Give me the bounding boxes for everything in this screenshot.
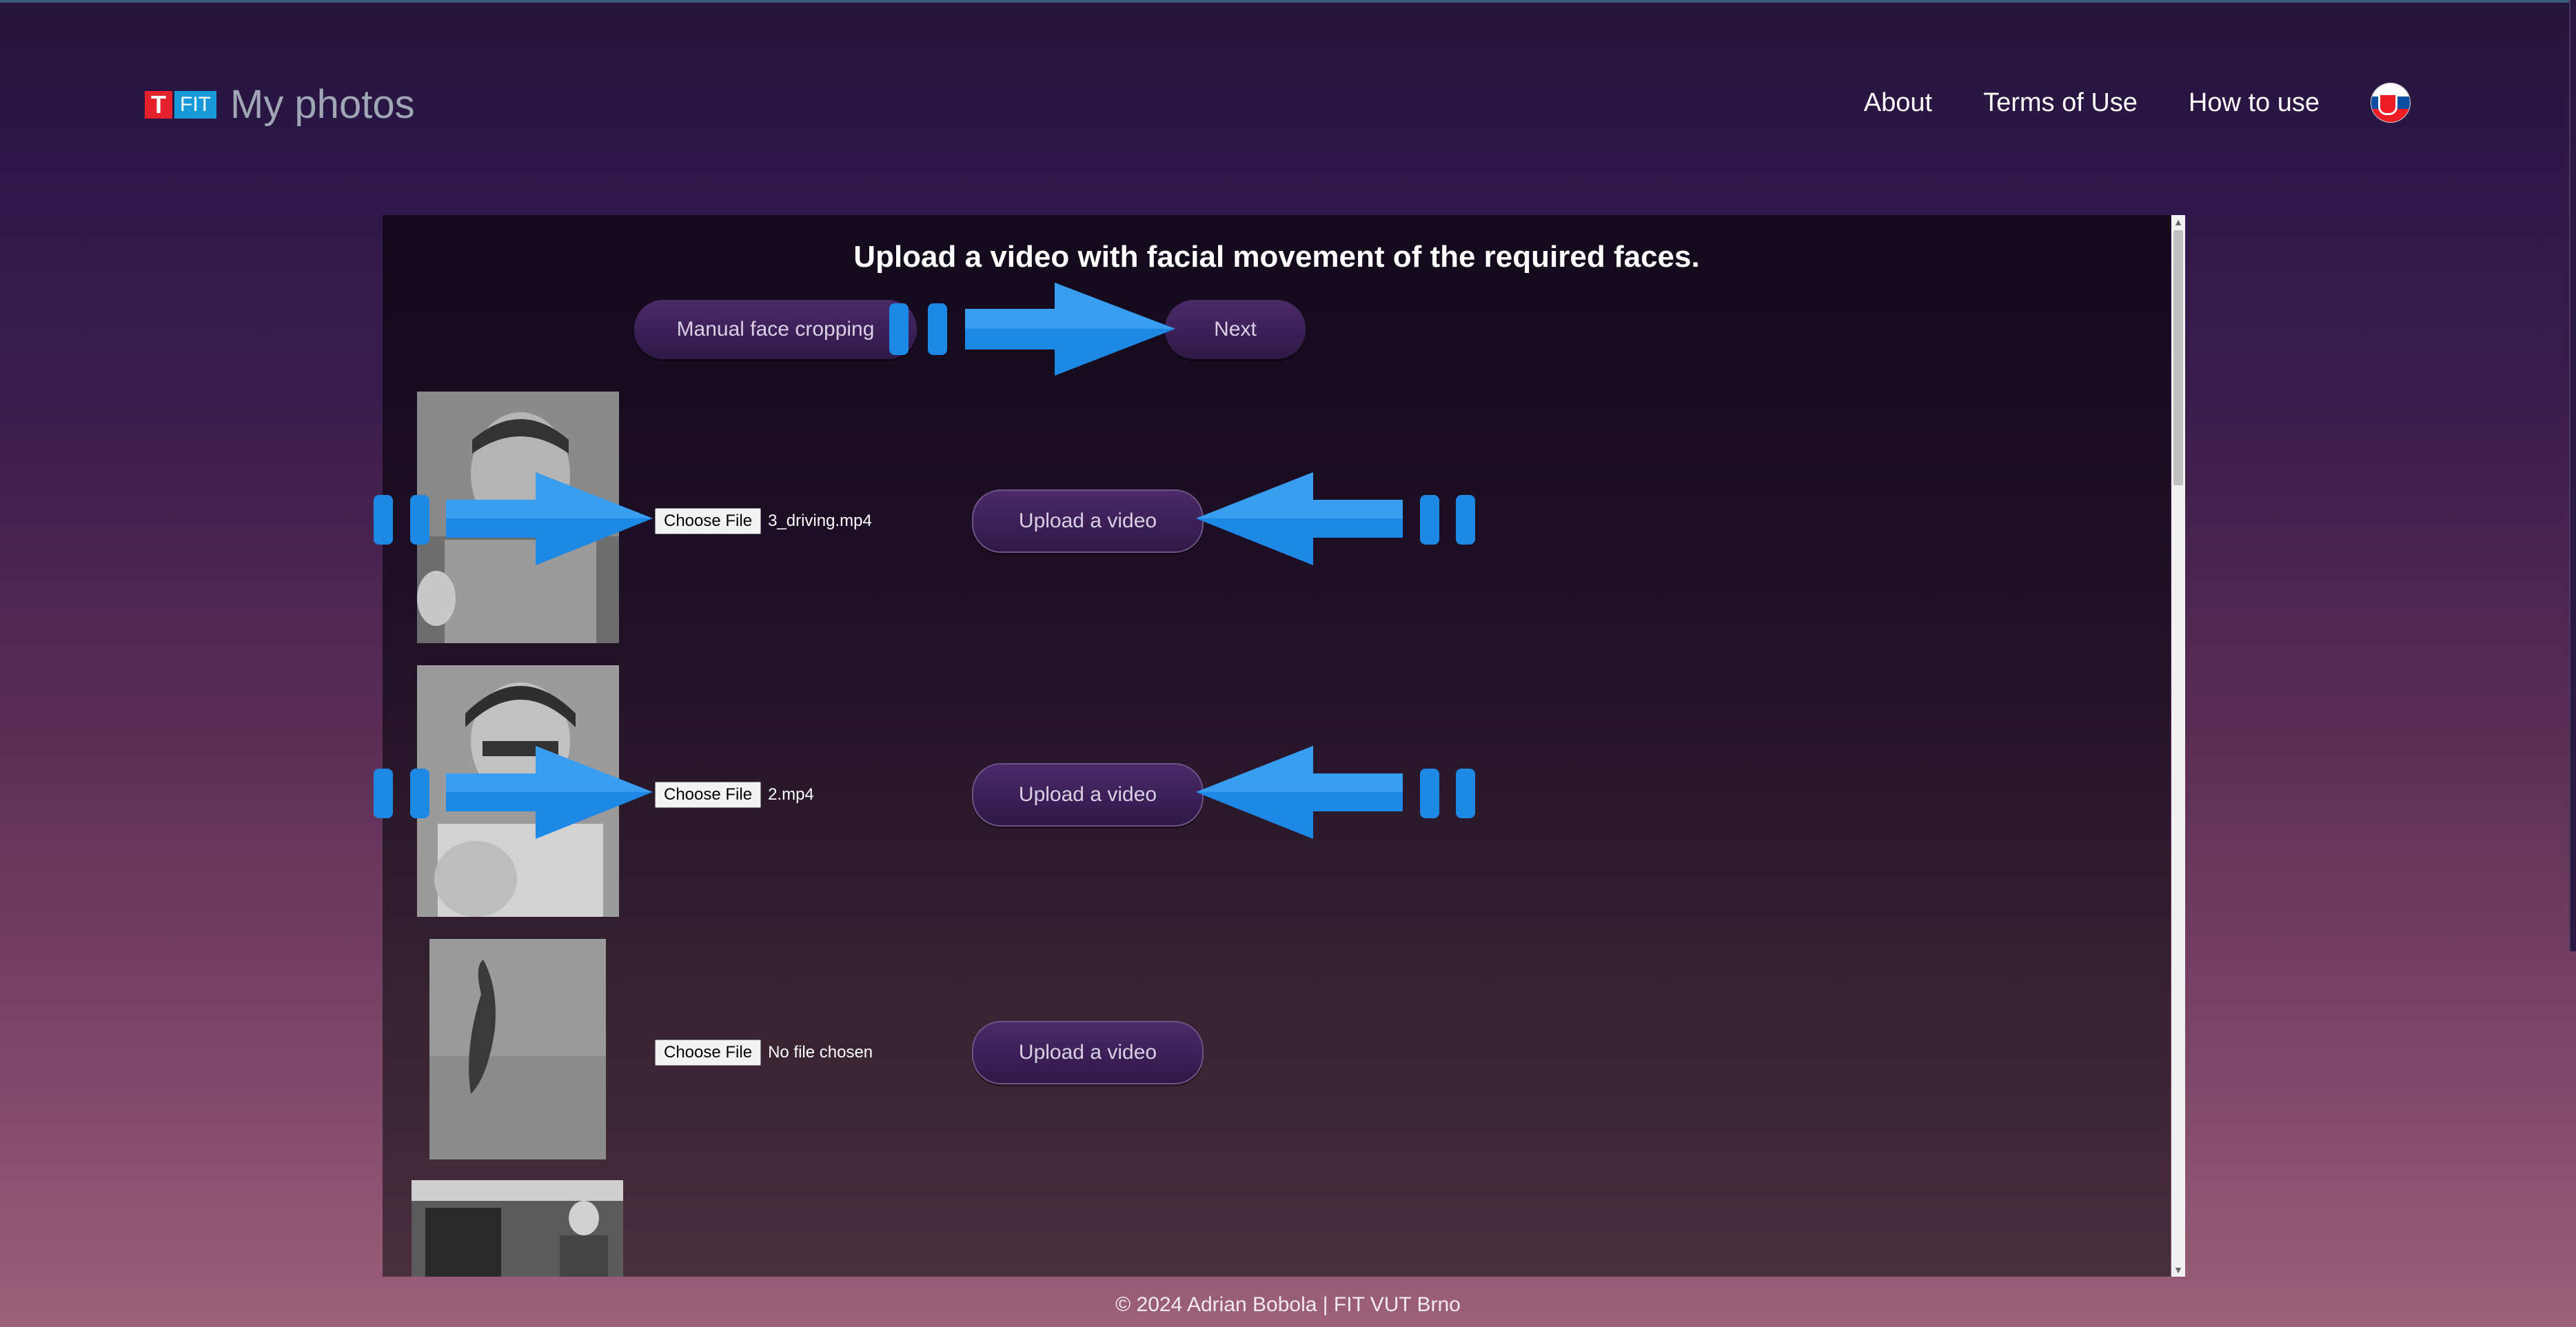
arrow-left-icon bbox=[1196, 746, 1475, 839]
upload-video-button[interactable]: Upload a video bbox=[972, 489, 1204, 553]
arrow-right-icon bbox=[374, 472, 653, 565]
scroll-up-arrow-icon[interactable]: ▲ bbox=[2171, 215, 2185, 229]
top-border bbox=[0, 0, 2576, 3]
slovak-flag-icon[interactable] bbox=[2371, 83, 2411, 123]
file-name: 3_driving.mp4 bbox=[768, 511, 872, 530]
next-button[interactable]: Next bbox=[1165, 300, 1306, 359]
scroll-down-arrow-icon[interactable]: ▼ bbox=[2171, 1263, 2185, 1277]
logo-fit-icon: FIT bbox=[174, 90, 216, 119]
arrow-left-icon bbox=[1196, 472, 1475, 565]
file-name: 2.mp4 bbox=[768, 785, 814, 804]
main-nav: About Terms of Use How to use bbox=[1813, 83, 2411, 123]
choose-file-button[interactable]: Choose File bbox=[655, 782, 762, 808]
choose-file-button[interactable]: Choose File bbox=[655, 1040, 762, 1066]
file-name: No file chosen bbox=[768, 1043, 873, 1062]
footer: © 2024 Adrian Bobola | FIT VUT Brno bbox=[1115, 1293, 1461, 1316]
window-edge bbox=[2569, 0, 2576, 951]
arrow-right-icon bbox=[374, 746, 653, 839]
file-input[interactable]: Choose File 3_driving.mp4 bbox=[655, 508, 872, 534]
logo-t-icon: T bbox=[145, 90, 172, 119]
site-title[interactable]: My photos bbox=[230, 81, 415, 128]
scrollbar[interactable]: ▲ ▼ bbox=[2171, 215, 2185, 1277]
nav-terms[interactable]: Terms of Use bbox=[1983, 88, 2138, 118]
page-heading: Upload a video with facial movement of t… bbox=[853, 240, 1700, 274]
upload-video-button[interactable]: Upload a video bbox=[972, 1021, 1204, 1084]
file-input[interactable]: Choose File No file chosen bbox=[655, 1040, 873, 1066]
face-thumbnail bbox=[429, 939, 606, 1159]
file-input[interactable]: Choose File 2.mp4 bbox=[655, 782, 814, 808]
choose-file-button[interactable]: Choose File bbox=[655, 508, 762, 534]
upload-video-button[interactable]: Upload a video bbox=[972, 763, 1204, 827]
nav-about[interactable]: About bbox=[1864, 88, 1932, 118]
arrow-right-icon bbox=[889, 283, 1175, 376]
scroll-thumb[interactable] bbox=[2173, 230, 2183, 485]
brand[interactable]: T FIT My photos bbox=[145, 81, 415, 128]
face-thumbnail bbox=[412, 1180, 623, 1277]
manual-face-cropping-button[interactable]: Manual face cropping bbox=[634, 300, 917, 359]
nav-how-to-use[interactable]: How to use bbox=[2189, 88, 2320, 118]
